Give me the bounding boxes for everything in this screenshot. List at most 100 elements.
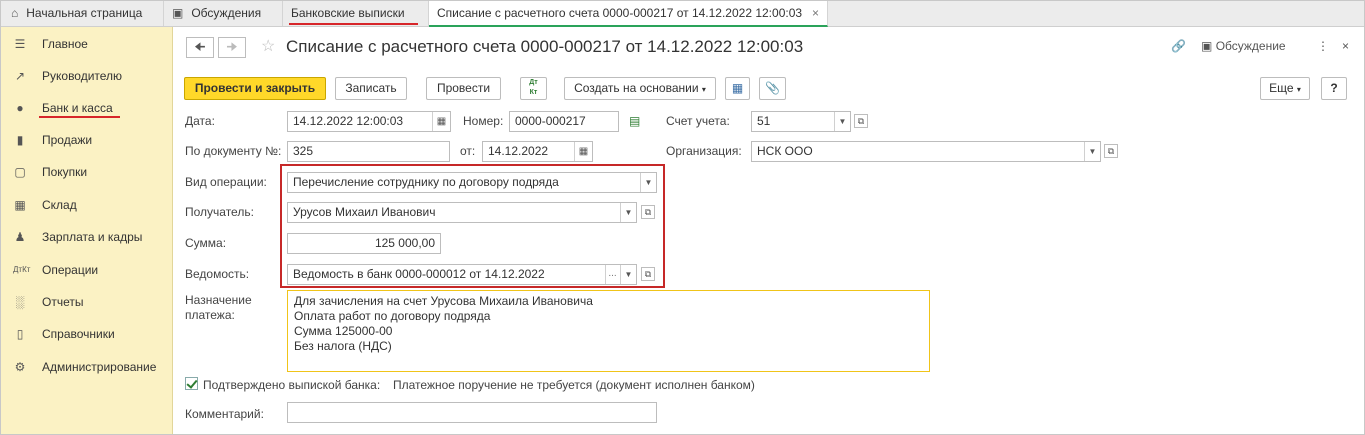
purpose-label-line1: Назначение [185, 293, 252, 307]
attach-button[interactable]: 📎 [759, 77, 786, 100]
by-document-label: По документу №: [185, 144, 282, 158]
organization-field[interactable]: НСК ООО ▼ [751, 141, 1101, 162]
document-form: 🠈 🠊 ☆ Списание с расчетного счета 0000-0… [174, 27, 1364, 434]
comment-field[interactable] [287, 402, 657, 423]
number-history-icon[interactable]: ▤ [629, 114, 640, 128]
tab-bar: ⌂ Начальная страница ▣ Обсуждения Банковск… [1, 1, 1364, 27]
comment-label: Комментарий: [185, 407, 264, 421]
date-value: 14.12.2022 12:00:03 [293, 114, 404, 128]
ellipsis-button[interactable]: ... [605, 265, 619, 284]
sum-value: 125 000,00 [374, 236, 435, 250]
close-icon[interactable]: × [1342, 39, 1349, 53]
sidebar-item-label: Склад [42, 198, 77, 212]
sidebar-item-warehouse[interactable]: ▦ Склад [1, 193, 173, 217]
payment-purpose-textarea[interactable]: Для зачисления на счет Урусова Михаила И… [287, 290, 930, 372]
menu-icon: ☰ [14, 37, 26, 51]
sidebar-item-operations[interactable]: ДтКт Операции [1, 258, 173, 282]
calendar-icon[interactable]: ▦ [574, 142, 592, 161]
tab-document-label: Списание с расчетного счета 0000-000217 … [437, 6, 803, 20]
gear-icon: ⚙ [14, 360, 26, 374]
from-date-field[interactable]: 14.12.2022 ▦ [482, 141, 593, 162]
purpose-label-line2: платежа: [185, 308, 235, 322]
open-account-button[interactable]: ⧉ [854, 114, 868, 128]
open-recipient-button[interactable]: ⧉ [641, 205, 655, 219]
post-and-close-button[interactable]: Провести и закрыть [184, 77, 326, 100]
bag-icon: ▮ [16, 133, 24, 147]
dt-kt-icon: ДтКт [13, 265, 31, 274]
open-icon: ⧉ [1107, 146, 1115, 156]
statement-label: Ведомость: [185, 267, 250, 281]
coin-icon: ● [16, 101, 24, 115]
tab-document[interactable]: Списание с расчетного счета 0000-000217 … [429, 1, 828, 27]
favorite-star-icon[interactable]: ☆ [261, 36, 275, 56]
number-value: 0000-000217 [515, 114, 586, 128]
payment-note-text: Платежное поручение не требуется (докуме… [393, 378, 755, 392]
more-vert-icon[interactable]: ⋮ [1317, 39, 1329, 53]
by-document-value: 325 [293, 144, 314, 158]
operation-type-select[interactable]: Перечисление сотруднику по договору подр… [287, 172, 657, 193]
purpose-line: Без налога (НДС) [294, 339, 392, 353]
cart-icon: ▢ [14, 165, 26, 179]
warehouse-icon: ▦ [14, 198, 26, 212]
book-icon: ▯ [16, 327, 24, 341]
sidebar-item-directories[interactable]: ▯ Справочники [1, 322, 173, 346]
help-button[interactable]: ? [1321, 77, 1347, 100]
sidebar-item-admin[interactable]: ⚙ Администрирование [1, 355, 173, 379]
paperclip-icon: 📎 [765, 81, 780, 95]
back-button[interactable]: 🠈 [186, 37, 214, 58]
sidebar-item-main[interactable]: ☰ Главное [1, 32, 173, 56]
post-button[interactable]: Провести [426, 77, 501, 100]
chevron-down-icon: ▾ [1296, 85, 1301, 94]
chevron-down-icon[interactable]: ▼ [640, 173, 656, 192]
recipient-field[interactable]: Урусов Михаил Иванович ▼ [287, 202, 637, 223]
arrow-right-icon: 🠊 [226, 40, 238, 54]
tab-discussions[interactable]: ▣ Обсуждения [164, 1, 283, 26]
sidebar-item-label: Справочники [42, 327, 115, 341]
calendar-icon[interactable]: ▦ [432, 112, 450, 131]
page-title: Списание с расчетного счета 0000-000217 … [286, 37, 804, 56]
date-label: Дата: [185, 114, 215, 128]
create-based-on-button[interactable]: Создать на основании ▾ [564, 77, 716, 100]
open-organization-button[interactable]: ⧉ [1104, 144, 1118, 158]
sidebar-item-director[interactable]: ↗ Руководителю [1, 64, 173, 88]
discussion-button[interactable]: ▣ Обсуждение [1201, 39, 1286, 53]
date-field[interactable]: 14.12.2022 12:00:03 ▦ [287, 111, 451, 132]
forward-button[interactable]: 🠊 [218, 37, 246, 58]
number-field[interactable]: 0000-000217 [509, 111, 619, 132]
account-value: 51 [757, 114, 771, 128]
sidebar-item-salary[interactable]: ♟ Зарплата и кадры [1, 225, 173, 249]
statement-field[interactable]: Ведомость в банк 0000-000012 от 14.12.20… [287, 264, 637, 285]
from-date-value: 14.12.2022 [488, 144, 549, 158]
link-icon[interactable]: 🔗 [1171, 39, 1186, 53]
sidebar-item-bank[interactable]: ● Банк и касса [1, 96, 173, 120]
sidebar-item-label: Главное [42, 37, 88, 51]
open-statement-button[interactable]: ⧉ [641, 267, 655, 281]
dt-kt-button[interactable]: Дт Кт [520, 77, 547, 100]
create-based-on-label: Создать на основании [574, 81, 699, 95]
chevron-down-icon[interactable]: ▼ [834, 112, 850, 131]
sum-field[interactable]: 125 000,00 [287, 233, 441, 254]
sidebar-item-reports[interactable]: ░ Отчеты [1, 290, 173, 314]
tab-home[interactable]: ⌂ Начальная страница [1, 1, 164, 26]
statement-value: Ведомость в банк 0000-000012 от 14.12.20… [293, 267, 545, 281]
account-field[interactable]: 51 ▼ [751, 111, 851, 132]
tab-home-label: Начальная страница [26, 6, 143, 20]
chat-icon: ▣ [1201, 39, 1213, 53]
chevron-down-icon[interactable]: ▼ [620, 265, 636, 284]
home-icon: ⌂ [11, 6, 19, 20]
sidebar-item-sales[interactable]: ▮ Продажи [1, 128, 173, 152]
sidebar-item-purchases[interactable]: ▢ Покупки [1, 160, 173, 184]
by-document-field[interactable]: 325 [287, 141, 450, 162]
confirmed-label: Подтверждено выпиской банка: [203, 378, 381, 392]
confirmed-checkbox[interactable] [185, 377, 198, 390]
more-button[interactable]: Еще ▾ [1260, 77, 1310, 100]
operation-type-label: Вид операции: [185, 175, 267, 189]
tab-bank-statements[interactable]: Банковские выписки [283, 1, 429, 26]
chevron-down-icon[interactable]: ▼ [620, 203, 636, 222]
bar-chart-icon: ░ [15, 295, 25, 309]
chevron-down-icon[interactable]: ▼ [1084, 142, 1100, 161]
close-tab-icon[interactable]: × [812, 1, 819, 25]
sidebar-item-label: Администрирование [42, 360, 157, 374]
save-button[interactable]: Записать [335, 77, 407, 100]
structure-button[interactable]: ▦ [725, 77, 750, 100]
